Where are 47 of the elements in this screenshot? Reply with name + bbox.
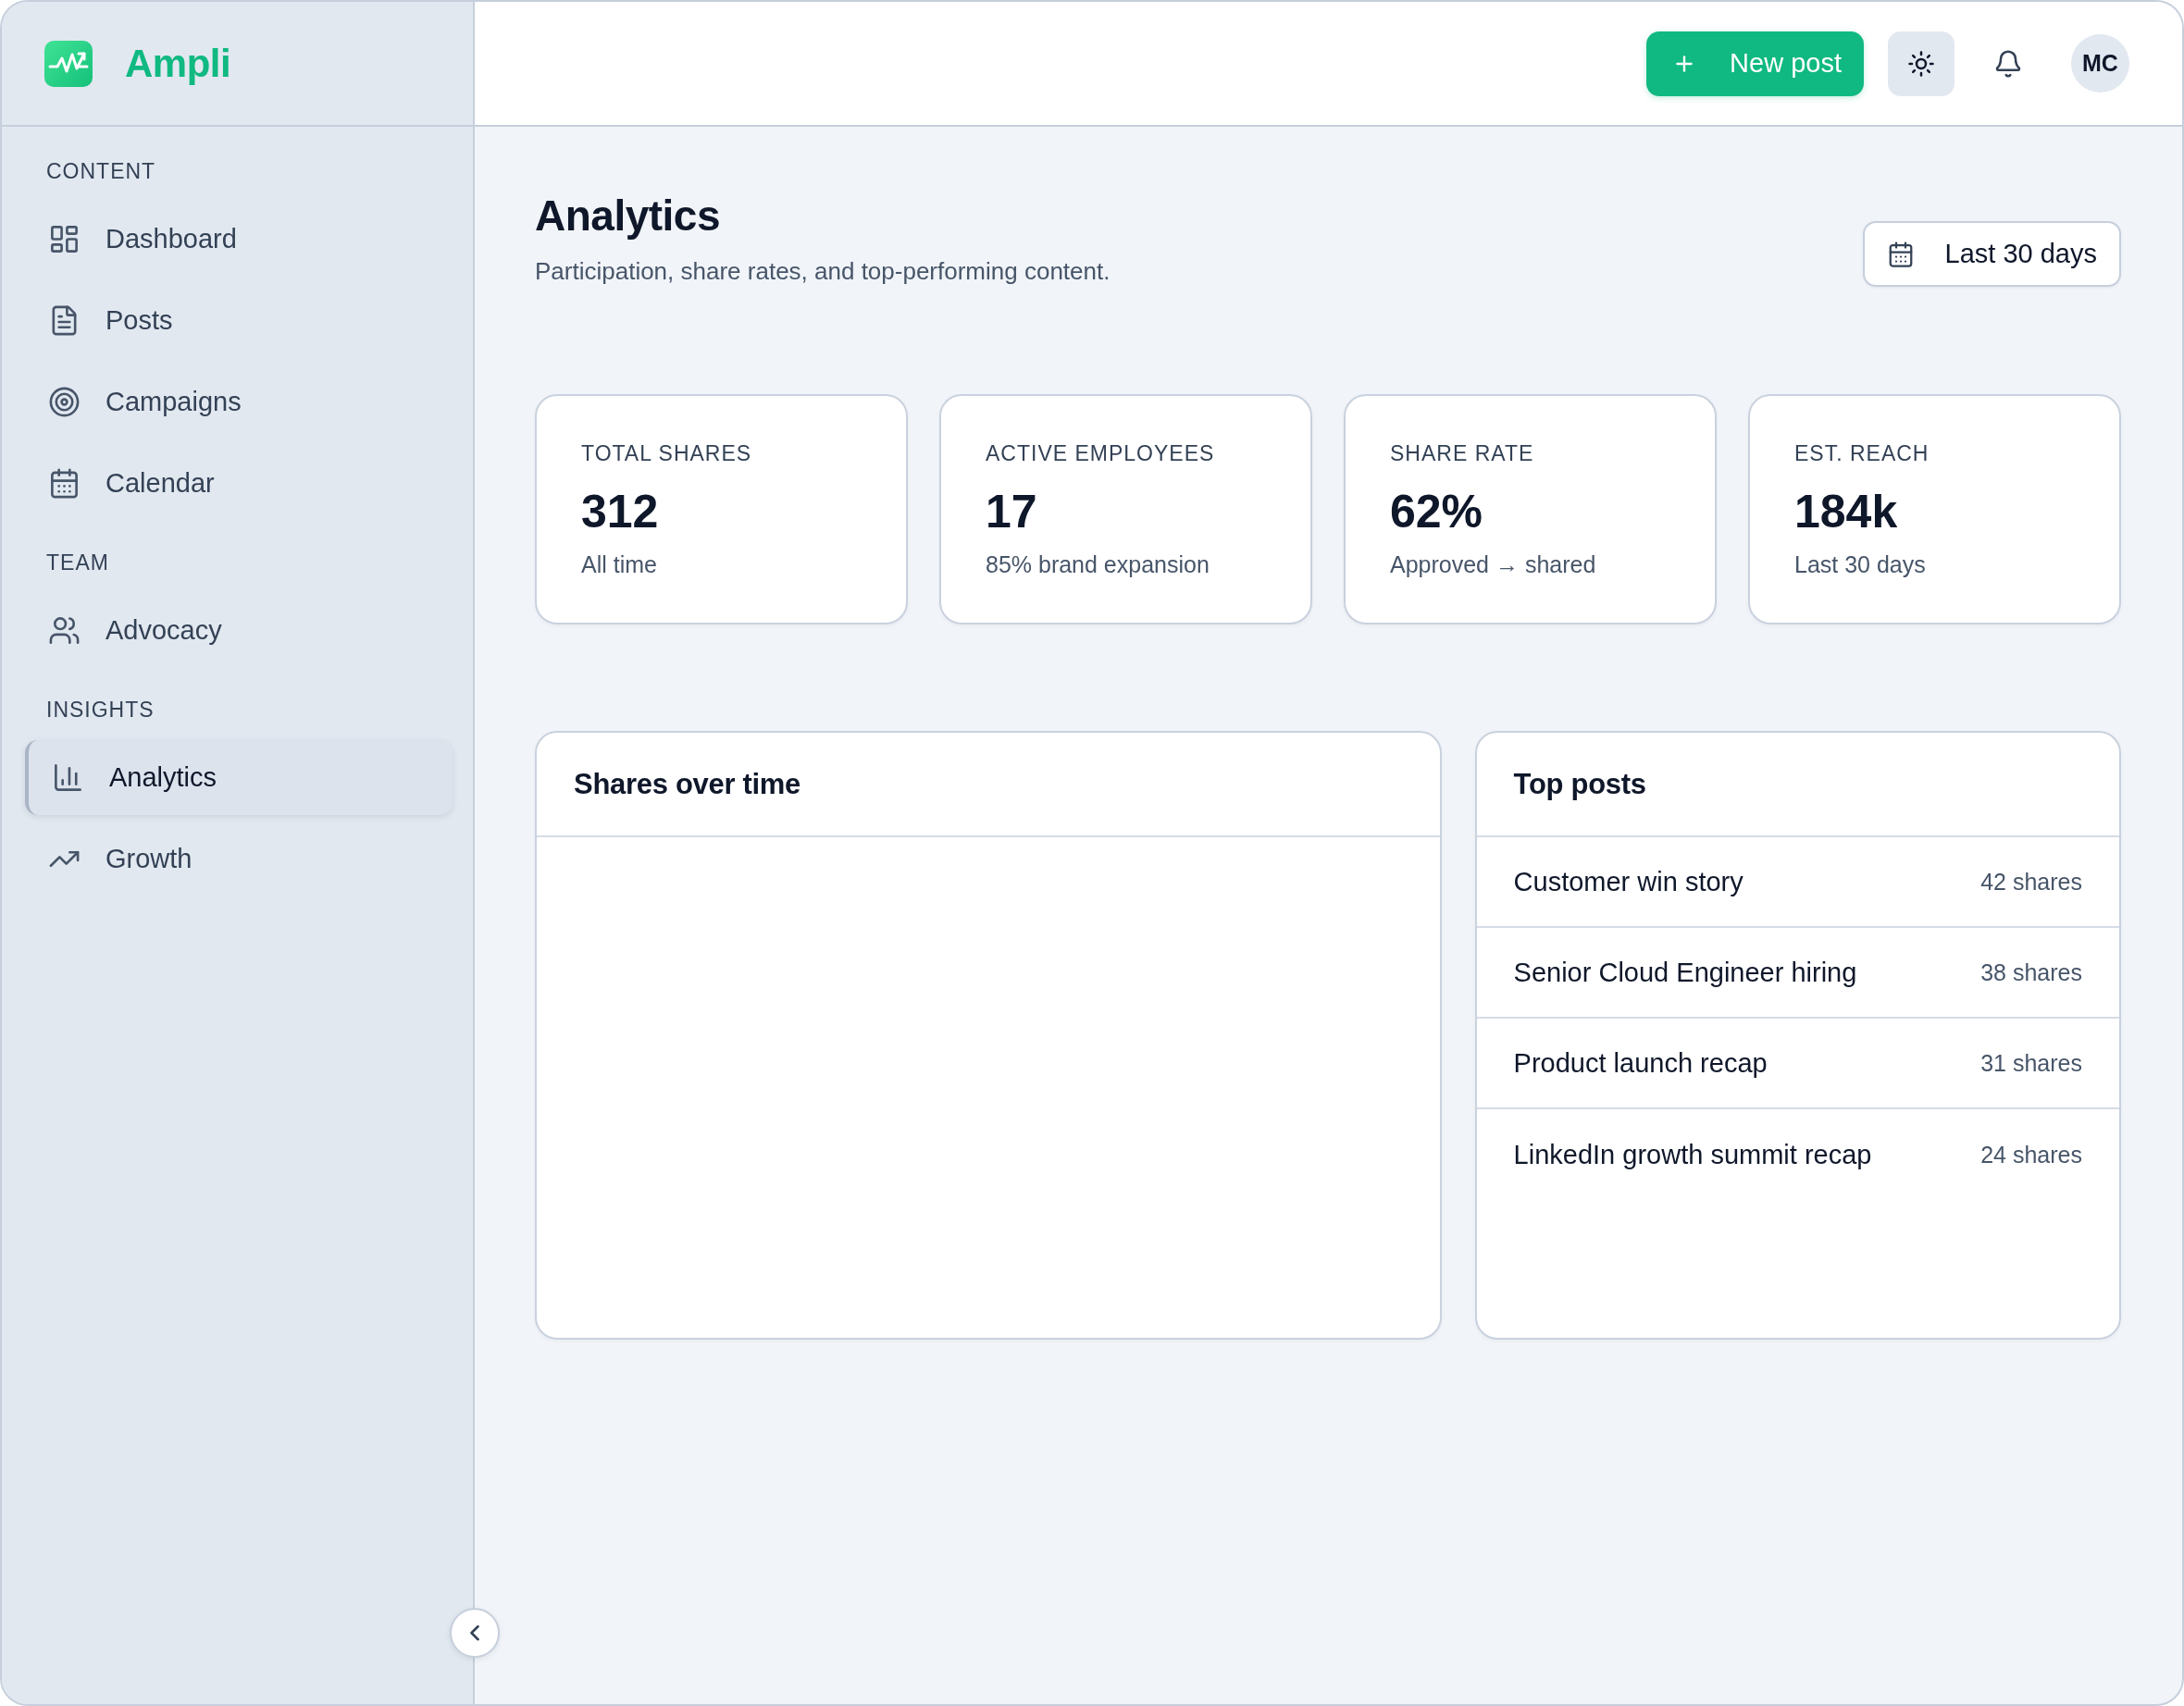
- nav-item[interactable]: Posts: [25, 283, 453, 358]
- stat-label: TOTAL SHARES: [581, 440, 752, 467]
- theme-toggle-button[interactable]: [1888, 31, 1954, 96]
- share-count: 31 shares: [1980, 1049, 2082, 1077]
- stat-value: 312: [581, 485, 659, 538]
- nav-item[interactable]: Growth: [25, 822, 453, 896]
- stat-value: 62%: [1390, 485, 1483, 538]
- nav-item[interactable]: Advocacy: [25, 593, 453, 668]
- stat-label: ACTIVE EMPLOYEES: [986, 440, 1215, 467]
- date-range-button[interactable]: Last 30 days: [1862, 221, 2121, 287]
- stat-note: Last 30 days: [1794, 550, 1926, 579]
- share-count: 42 shares: [1980, 868, 2082, 896]
- nav-item[interactable]: Analytics: [25, 740, 453, 815]
- share-count: 24 shares: [1980, 1141, 2082, 1168]
- stat-label: EST. REACH: [1794, 440, 1930, 467]
- user-avatar[interactable]: MC: [2071, 34, 2129, 93]
- post-title: Customer win story: [1513, 866, 1743, 897]
- stat-note: Approved → shared: [1390, 550, 1596, 579]
- stat-label: SHARE RATE: [1390, 440, 1534, 467]
- stat-note: All time: [581, 550, 657, 579]
- section-heading: CONTENT: [46, 158, 157, 185]
- section-heading: TEAM: [46, 550, 110, 576]
- target-icon: [48, 386, 81, 418]
- nav-item[interactable]: Campaigns: [25, 365, 453, 439]
- users-icon: [48, 614, 81, 647]
- bell-icon: [1993, 48, 2023, 79]
- nav-item[interactable]: Dashboard: [25, 202, 453, 277]
- nav-item[interactable]: Calendar: [25, 446, 453, 521]
- page-title: Analytics: [535, 191, 721, 241]
- dashboard-icon: [48, 223, 81, 255]
- page-subtitle: Participation, share rates, and top-performing content.: [535, 256, 1111, 287]
- card-title: Top posts: [1513, 767, 1646, 801]
- stat-value: 184k: [1794, 485, 1898, 538]
- post-title: Product launch recap: [1513, 1047, 1768, 1079]
- logo-icon: [44, 40, 93, 87]
- collapse-sidebar-button[interactable]: [450, 1608, 500, 1658]
- section-heading: INSIGHTS: [46, 697, 155, 723]
- share-count: 38 shares: [1980, 958, 2082, 986]
- post-title: LinkedIn growth summit recap: [1513, 1139, 1872, 1170]
- post-title: Senior Cloud Engineer hiring: [1513, 957, 1857, 988]
- sun-icon: [1907, 49, 1935, 78]
- calendar-icon: [48, 467, 81, 500]
- stat-value: 17: [986, 485, 1037, 538]
- card-title: Shares over time: [574, 767, 801, 801]
- bar-chart-icon: [52, 761, 84, 794]
- brand-name: Ampli: [125, 41, 231, 86]
- stat-note: 85% brand expansion: [986, 550, 1210, 579]
